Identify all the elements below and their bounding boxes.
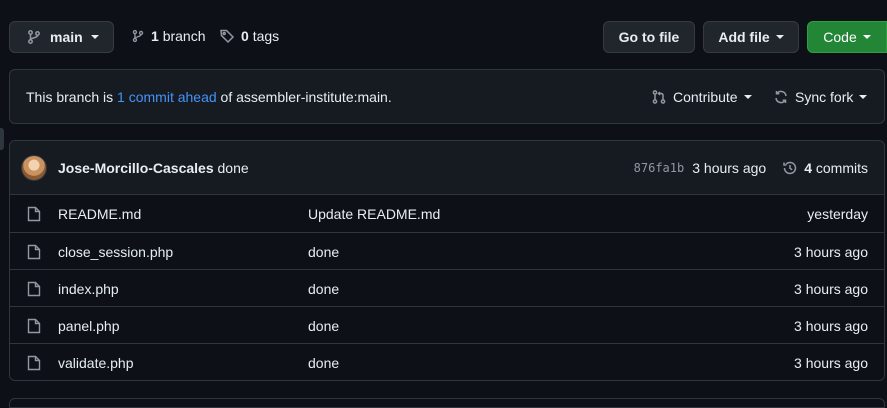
branch-count: 1 (151, 28, 159, 44)
file-name[interactable]: panel.php (58, 318, 120, 334)
tag-count: 0 (241, 28, 249, 44)
commits-ahead-link[interactable]: 1 commit ahead (117, 89, 217, 105)
file-name[interactable]: README.md (58, 206, 141, 222)
file-commit-message[interactable]: done (308, 318, 339, 334)
file-age: 3 hours ago (794, 318, 868, 334)
git-branch-icon (131, 28, 145, 44)
file-commit-message[interactable]: done (308, 355, 339, 371)
commit-label: commits (815, 160, 868, 176)
file-commit-message[interactable]: done (308, 281, 339, 297)
file-icon (27, 355, 41, 371)
commit-author[interactable]: Jose-Morcillo-Cascales (58, 160, 214, 176)
file-row[interactable]: README.md Update README.md yesterday (10, 195, 884, 232)
file-list: Jose-Morcillo-Cascales done 876fa1b 3 ho… (9, 140, 885, 381)
git-pull-request-icon (651, 89, 667, 105)
chevron-down-icon (743, 95, 752, 99)
tag-label: tags (252, 28, 280, 44)
sync-fork-button[interactable]: Sync fork (773, 89, 868, 105)
commit-sha[interactable]: 876fa1b (634, 161, 685, 175)
next-panel-edge (9, 398, 885, 408)
file-age: 3 hours ago (794, 281, 868, 297)
contribute-button[interactable]: Contribute (651, 89, 752, 105)
history-icon (782, 160, 798, 176)
go-to-file-button[interactable]: Go to file (603, 21, 695, 53)
commit-message[interactable]: done (218, 160, 249, 176)
file-row[interactable]: validate.php done 3 hours ago (10, 343, 884, 380)
chevron-down-icon (775, 35, 784, 39)
tags-link[interactable]: 0 tags (219, 28, 279, 44)
file-age: 3 hours ago (794, 244, 868, 260)
fork-status-banner: This branch is 1 commit ahead of assembl… (9, 69, 885, 124)
branch-label: branch (162, 28, 206, 44)
commit-time: 3 hours ago (692, 160, 767, 176)
code-button[interactable]: Code (807, 21, 887, 53)
add-file-label: Add file (718, 29, 770, 45)
avatar[interactable] (22, 156, 46, 180)
file-row[interactable]: panel.php done 3 hours ago (10, 306, 884, 343)
latest-commit-bar: Jose-Morcillo-Cascales done 876fa1b 3 ho… (10, 141, 884, 195)
branches-link[interactable]: 1 branch (131, 28, 206, 44)
file-icon (27, 318, 41, 334)
go-to-file-label: Go to file (618, 29, 680, 45)
commit-meta: 876fa1b 3 hours ago 4 commits (634, 160, 868, 176)
file-row[interactable]: index.php done 3 hours ago (10, 269, 884, 306)
sync-icon (773, 89, 789, 105)
file-commit-message[interactable]: done (308, 244, 339, 260)
chevron-down-icon (90, 35, 99, 39)
file-age: 3 hours ago (794, 355, 868, 371)
chevron-down-icon (862, 35, 871, 39)
file-name[interactable]: close_session.php (58, 244, 173, 260)
branch-select-button[interactable]: main (9, 21, 114, 53)
file-row[interactable]: close_session.php done 3 hours ago (10, 232, 884, 269)
file-icon (27, 206, 41, 222)
file-name[interactable]: index.php (58, 281, 119, 297)
git-branch-icon (26, 29, 42, 45)
latest-commit-summary: Jose-Morcillo-Cascales done (58, 160, 249, 176)
chevron-down-icon (859, 95, 868, 99)
file-commit-message[interactable]: Update README.md (308, 206, 440, 222)
page-edge-tab (0, 128, 4, 150)
commit-count: 4 (804, 160, 812, 176)
branch-name: main (50, 29, 83, 45)
fork-status-text: This branch is 1 commit ahead of assembl… (26, 89, 392, 105)
code-label: Code (823, 29, 857, 45)
file-icon (27, 244, 41, 260)
commits-link[interactable]: 4 commits (782, 160, 868, 176)
file-icon (27, 281, 41, 297)
file-age: yesterday (807, 206, 868, 222)
sync-fork-label: Sync fork (795, 89, 854, 105)
contribute-label: Contribute (673, 89, 738, 105)
add-file-button[interactable]: Add file (703, 21, 799, 53)
tag-icon (219, 28, 235, 44)
file-name[interactable]: validate.php (58, 355, 134, 371)
